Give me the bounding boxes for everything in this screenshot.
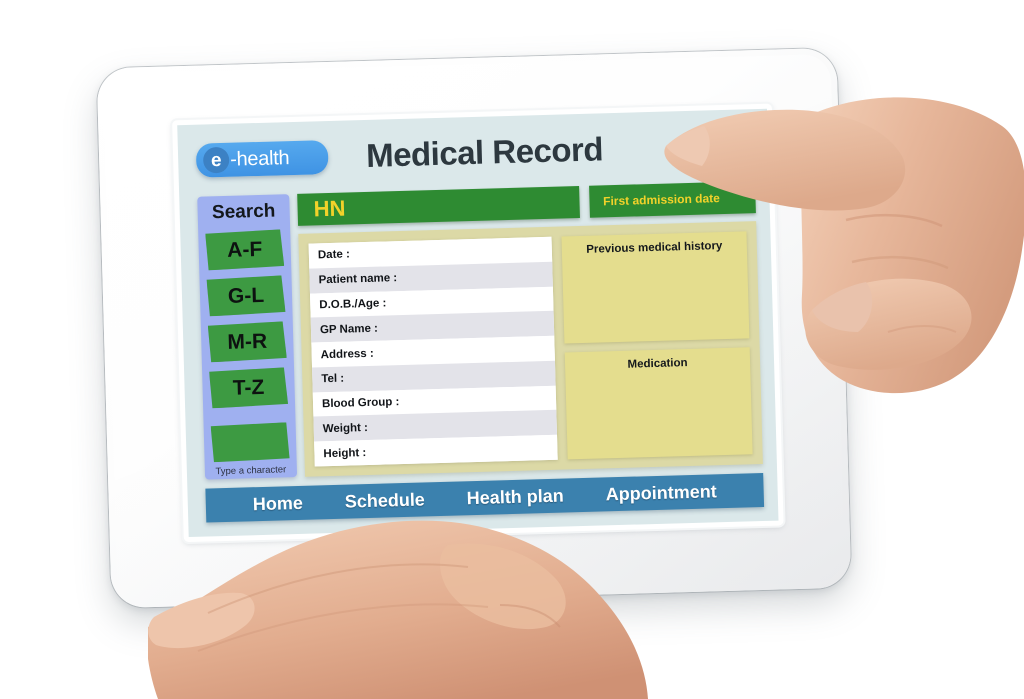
search-label: Search bbox=[211, 200, 276, 224]
patient-fields: Date : Patient name : D.O.B./Age : GP Na… bbox=[308, 236, 558, 467]
type-character-hint: Type a character bbox=[215, 464, 287, 478]
content-area: Search A-F G-L M-R T-Z Type a character … bbox=[179, 181, 777, 480]
knuckle-crease-1 bbox=[845, 213, 943, 228]
notes-column: Previous medical history Medication bbox=[561, 231, 753, 460]
tablet-screen: e -health Medical Record Search A-F G-L … bbox=[177, 108, 779, 538]
nav-item-home[interactable]: Home bbox=[253, 492, 304, 514]
search-sidebar: Search A-F G-L M-R T-Z Type a character bbox=[197, 194, 298, 480]
medication-panel[interactable]: Medication bbox=[564, 347, 753, 460]
nav-item-health-plan[interactable]: Health plan bbox=[466, 485, 564, 509]
hand-crease-3 bbox=[499, 604, 561, 628]
first-admission-date-label: First admission date bbox=[602, 191, 720, 209]
logo-text: -health bbox=[229, 146, 290, 171]
logo-e-icon: e bbox=[202, 146, 230, 174]
type-character-input[interactable] bbox=[211, 422, 290, 462]
hn-field[interactable]: HN bbox=[297, 186, 580, 226]
previous-medical-history-panel[interactable]: Previous medical history bbox=[561, 231, 750, 344]
nav-item-appointment[interactable]: Appointment bbox=[605, 481, 717, 505]
scene: e -health Medical Record Search A-F G-L … bbox=[0, 0, 1024, 699]
sidebar-item-m-r[interactable]: M-R bbox=[208, 321, 287, 362]
ehealth-logo[interactable]: e -health bbox=[195, 140, 329, 178]
tablet-bezel: e -health Medical Record Search A-F G-L … bbox=[172, 103, 784, 543]
tablet-device: e -health Medical Record Search A-F G-L … bbox=[96, 47, 852, 609]
hand-crease-2 bbox=[197, 603, 489, 652]
record-column: HN First admission date Date : Patient n… bbox=[297, 181, 763, 477]
knuckle-crease-2 bbox=[851, 255, 949, 270]
sidebar-item-a-f[interactable]: A-F bbox=[205, 229, 284, 270]
first-admission-date-field[interactable]: First admission date bbox=[588, 181, 756, 218]
nav-item-schedule[interactable]: Schedule bbox=[344, 489, 425, 512]
page-title: Medical Record bbox=[365, 130, 604, 174]
record-panel: Date : Patient name : D.O.B./Age : GP Na… bbox=[298, 221, 763, 477]
sidebar-item-t-z[interactable]: T-Z bbox=[209, 367, 288, 408]
knuckle-crease-3 bbox=[887, 325, 957, 333]
hn-label: HN bbox=[313, 195, 346, 222]
sidebar-item-g-l[interactable]: G-L bbox=[206, 275, 285, 316]
